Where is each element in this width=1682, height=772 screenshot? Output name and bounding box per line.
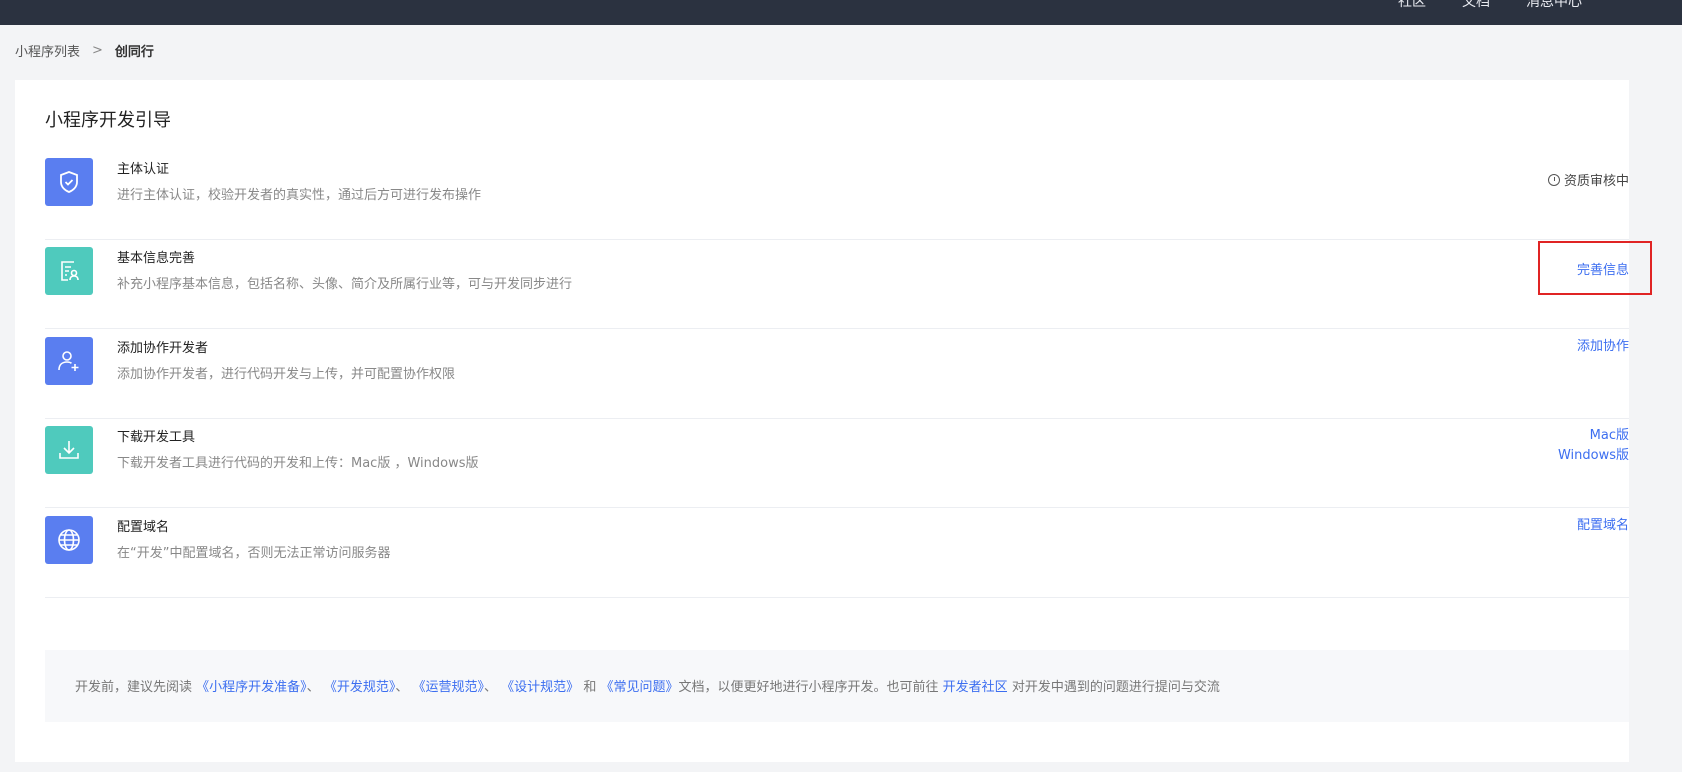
notice-suffix: 对开发中遇到的问题进行提问与交流 [1011, 680, 1220, 695]
clock-icon [1547, 173, 1560, 186]
link-dev-community[interactable]: 开发者社区 [943, 680, 1008, 695]
notice-prefix: 开发前，建议先阅读 [75, 680, 193, 695]
guide-row-download-tools: 下载开发工具 下载开发者工具进行代码的开发和上传：Mac版 ，Windows版 … [45, 412, 1629, 508]
shield-check-icon [45, 158, 93, 206]
link-ops-spec[interactable]: 《运营规范》 [413, 680, 485, 695]
configure-domain-button[interactable]: 配置域名 [1577, 516, 1629, 536]
profile-document-icon [45, 247, 93, 295]
nav-messages-link[interactable]: 消息中心 [1526, 0, 1582, 11]
row-title: 基本信息完善 [117, 251, 196, 266]
status-text: 资质审核中 [1563, 174, 1629, 189]
user-add-icon [45, 337, 93, 385]
guide-row-certification: 主体认证 进行主体认证，校验开发者的真实性，通过后方可进行发布操作 资质审核中 [45, 144, 1629, 240]
row-title: 配置域名 [117, 520, 170, 535]
guide-card: 小程序开发引导 主体认证 进行主体认证，校验开发者的真实性，通过后方可进行发布操… [15, 80, 1652, 762]
download-links: Mac版 Windows版 [1558, 426, 1629, 466]
globe-icon [45, 516, 93, 564]
row-description: 下载开发者工具进行代码的开发和上传：Mac版 ，Windows版 [117, 456, 479, 471]
breadcrumb: 小程序列表 > 创同行 [15, 41, 154, 60]
row-description: 在“开发”中配置域名，否则无法正常访问服务器 [117, 546, 391, 561]
breadcrumb-current: 创同行 [114, 45, 154, 60]
row-title: 主体认证 [117, 162, 170, 177]
guide-row-basic-info: 基本信息完善 补充小程序基本信息，包括名称、头像、简介及所属行业等，可与开发同步… [45, 233, 1652, 329]
page-title: 小程序开发引导 [45, 110, 171, 131]
row-description: 进行主体认证，校验开发者的真实性，通过后方可进行发布操作 [117, 188, 482, 203]
top-nav: 社区 文档 消息中心 [1398, 0, 1582, 11]
link-dev-spec[interactable]: 《开发规范》 [324, 680, 396, 695]
notice-and: 和 [583, 680, 597, 695]
row-description: 添加协作开发者，进行代码开发与上传，并可配置协作权限 [117, 367, 456, 382]
row-title: 添加协作开发者 [117, 341, 209, 356]
breadcrumb-separator-icon: > [92, 43, 103, 58]
top-navigation-bar: 社区 文档 消息中心 [0, 0, 1682, 25]
notice-separator: 、 [395, 680, 409, 695]
download-icon [45, 426, 93, 474]
add-collaborator-button[interactable]: 添加协作 [1577, 337, 1629, 357]
notice-separator: 、 [484, 680, 498, 695]
row-title: 下载开发工具 [117, 430, 196, 445]
link-dev-prep[interactable]: 《小程序开发准备》 [196, 680, 307, 695]
link-faq[interactable]: 《常见问题》 [600, 680, 678, 695]
link-design-spec[interactable]: 《设计规范》 [501, 680, 579, 695]
breadcrumb-parent-link[interactable]: 小程序列表 [15, 41, 80, 60]
docs-notice: 开发前，建议先阅读 《小程序开发准备》、 《开发规范》、 《运营规范》、 《设计… [45, 650, 1629, 722]
row-description: 补充小程序基本信息，包括名称、头像、简介及所属行业等，可与开发同步进行 [117, 277, 573, 292]
notice-mid: 文档，以便更好地进行小程序开发。也可前往 [678, 680, 939, 695]
status-badge: 资质审核中 [1547, 170, 1629, 189]
guide-row-domain: 配置域名 在“开发”中配置域名，否则无法正常访问服务器 配置域名 [45, 502, 1629, 598]
guide-row-collaborators: 添加协作开发者 添加协作开发者，进行代码开发与上传，并可配置协作权限 添加协作 [45, 323, 1629, 419]
mac-download-link[interactable]: Mac版 [1558, 426, 1629, 446]
complete-info-button[interactable]: 完善信息 [1577, 259, 1629, 278]
windows-download-link[interactable]: Windows版 [1558, 446, 1629, 466]
notice-separator: 、 [306, 680, 320, 695]
nav-docs-link[interactable]: 文档 [1462, 0, 1490, 11]
nav-community-link[interactable]: 社区 [1398, 0, 1426, 11]
